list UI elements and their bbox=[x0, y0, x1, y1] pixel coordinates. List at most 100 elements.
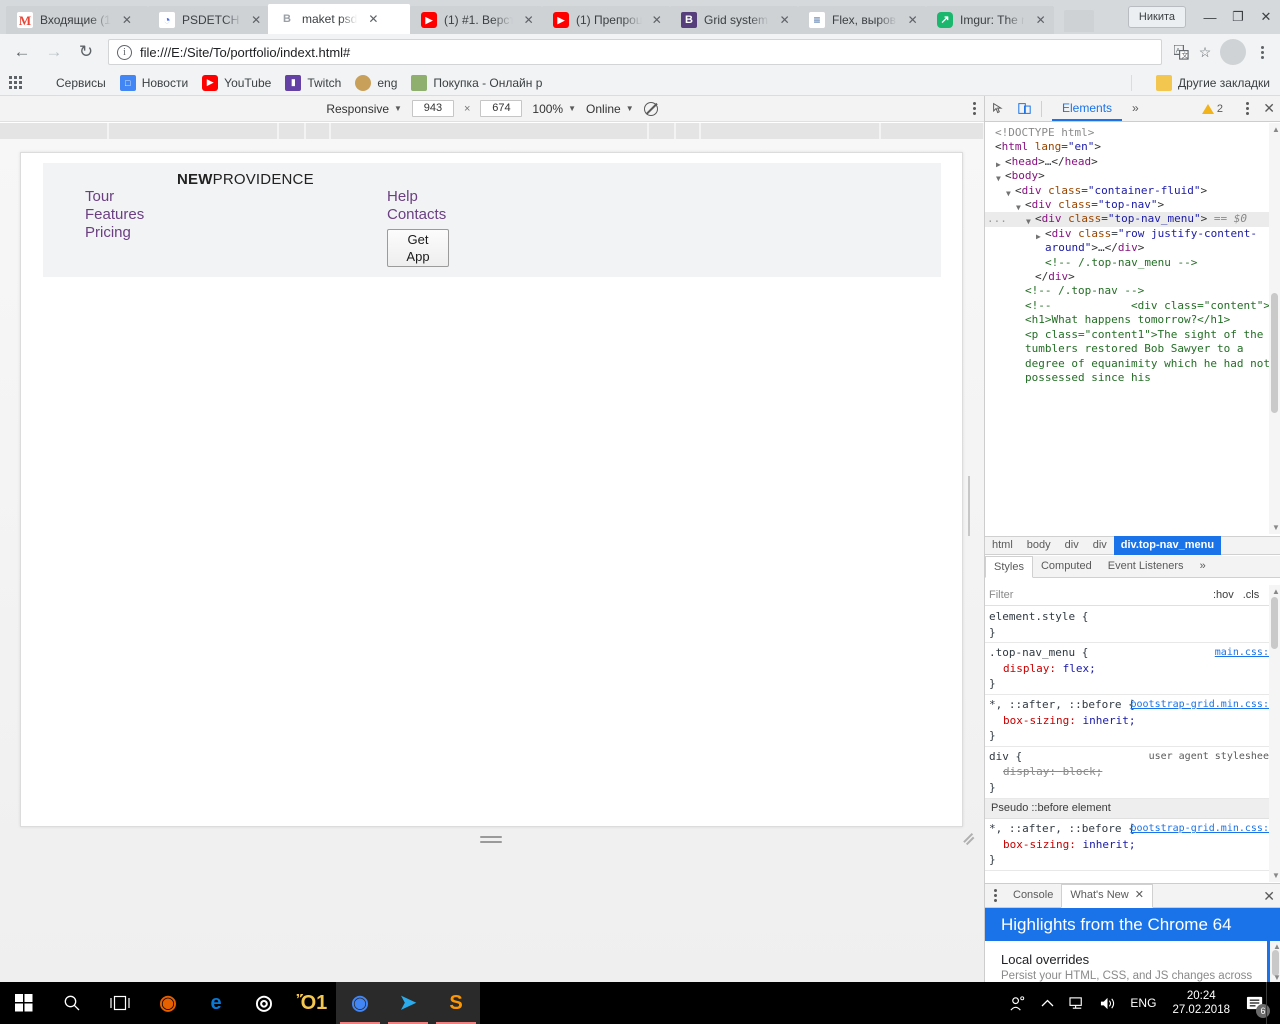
css-declaration[interactable]: display: flex; bbox=[989, 661, 1275, 677]
css-rule[interactable]: element.style {} bbox=[985, 607, 1280, 643]
close-tab-icon[interactable]: ✕ bbox=[119, 12, 135, 28]
close-tab-icon[interactable]: ✕ bbox=[650, 12, 664, 28]
translate-icon[interactable]: A 文 bbox=[1170, 41, 1192, 63]
site-info-icon[interactable]: i bbox=[117, 45, 132, 60]
new-tab-button[interactable] bbox=[1064, 10, 1094, 32]
close-tab-icon[interactable]: ✕ bbox=[777, 12, 792, 28]
dom-node-line[interactable]: ▼<body> bbox=[985, 169, 1280, 183]
forward-button[interactable]: → bbox=[40, 38, 68, 66]
viewport-width-input[interactable]: 943 bbox=[412, 100, 454, 117]
media-query-segment[interactable] bbox=[881, 123, 983, 139]
dom-node-line[interactable]: </div> bbox=[985, 270, 1280, 284]
scroll-thumb[interactable] bbox=[1271, 293, 1278, 413]
close-tab-icon[interactable]: ✕ bbox=[521, 12, 536, 28]
bookmark-item[interactable]: eng bbox=[355, 75, 397, 91]
scroll-up-arrow[interactable]: ▲ bbox=[1272, 125, 1280, 134]
more-panels-button[interactable]: » bbox=[1122, 96, 1149, 121]
warning-counter[interactable]: 2 bbox=[1202, 103, 1223, 115]
bookmark-item[interactable]: Покупка - Онлайн р bbox=[411, 75, 542, 91]
task-view-icon[interactable] bbox=[96, 982, 144, 1024]
close-drawer-tab-icon[interactable]: ✕ bbox=[1135, 884, 1144, 907]
browser-tab[interactable]: MВходящие (1✕ bbox=[6, 6, 148, 34]
sublime-icon[interactable]: S bbox=[432, 982, 480, 1024]
css-rules-pane[interactable]: element.style {}.top-nav_menu {main.css:… bbox=[985, 607, 1280, 882]
filter-input[interactable]: Filter bbox=[985, 589, 1013, 601]
css-value[interactable]: inherit; bbox=[1082, 714, 1135, 727]
browser-tab[interactable]: ὜Bmaket psd✕ bbox=[268, 4, 410, 34]
bookmark-star-icon[interactable]: ☆ bbox=[1194, 41, 1216, 63]
bookmark-item[interactable]: Сервисы bbox=[34, 75, 106, 91]
chrome-menu-button[interactable] bbox=[1250, 38, 1274, 66]
dom-node-line[interactable]: <!-- /.top-nav_menu --> bbox=[985, 256, 1280, 270]
media-query-segment[interactable] bbox=[109, 123, 277, 139]
css-selector[interactable]: element.style { bbox=[989, 609, 1275, 625]
browser-tab[interactable]: ≡Flex, выровн✕ bbox=[798, 6, 926, 34]
scroll-down-arrow[interactable]: ▼ bbox=[1272, 523, 1280, 532]
browser-tab[interactable]: ▶(1) Препроце✕ bbox=[542, 6, 670, 34]
css-pane-scrollbar[interactable]: ▲ ▼ bbox=[1269, 585, 1280, 882]
dom-node-line[interactable]: ▼<div class="container-fluid"> bbox=[985, 184, 1280, 198]
dom-node-line[interactable]: ▶<head>…</head> bbox=[985, 155, 1280, 169]
telegram-icon[interactable]: ➤ bbox=[384, 982, 432, 1024]
css-source-link[interactable]: bootstrap-grid.min.css:6 bbox=[1131, 697, 1276, 713]
css-property[interactable]: display: bbox=[1003, 662, 1063, 675]
dom-node-line[interactable]: ▶<div class="row justify-content-around"… bbox=[985, 227, 1280, 256]
dom-node-line[interactable]: <html lang="en"> bbox=[985, 140, 1280, 154]
browser-tab[interactable]: ↗Imgur: The m✕ bbox=[926, 6, 1054, 34]
no-throttling-icon[interactable] bbox=[644, 102, 658, 116]
scroll-thumb[interactable] bbox=[1271, 597, 1278, 649]
drawer-tab[interactable]: Console bbox=[1005, 884, 1061, 907]
dom-node-line[interactable]: <!-- /.top-nav --> bbox=[985, 284, 1280, 298]
styles-pane-tab[interactable]: » bbox=[1192, 556, 1214, 577]
edge-icon[interactable]: e bbox=[192, 982, 240, 1024]
whats-new-scrollbar[interactable]: ▲ ▼ bbox=[1270, 941, 1280, 983]
close-tab-icon[interactable]: ✕ bbox=[905, 12, 920, 28]
network-throttling-selector[interactable]: Online ▼ bbox=[586, 102, 634, 116]
css-rule[interactable]: *, ::after, ::before {bootstrap-grid.min… bbox=[985, 695, 1280, 747]
styles-pane-tab[interactable]: Event Listeners bbox=[1100, 556, 1192, 577]
whats-new-item-title[interactable]: Local overrides bbox=[1001, 952, 1265, 967]
css-source-link[interactable]: bootstrap-grid.min.css:6 bbox=[1131, 821, 1276, 837]
close-tab-icon[interactable]: ✕ bbox=[250, 12, 262, 28]
browser-tab[interactable]: ◔PSDETCH | PS✕ bbox=[148, 6, 268, 34]
zoom-selector[interactable]: 100% ▼ bbox=[532, 102, 576, 116]
dom-node-line[interactable]: <!DOCTYPE html> bbox=[985, 126, 1280, 140]
drawer-more-tools-icon[interactable] bbox=[985, 889, 1005, 902]
media-query-segment[interactable] bbox=[676, 123, 699, 139]
dom-tree-scrollbar[interactable]: ▲ ▼ bbox=[1269, 123, 1280, 534]
customize-devtools-icon[interactable] bbox=[1246, 102, 1249, 115]
toggle-device-toolbar-icon[interactable] bbox=[1011, 97, 1037, 121]
css-property[interactable]: box-sizing: bbox=[1003, 838, 1082, 851]
viewport-resize-handle-bottom[interactable] bbox=[480, 836, 502, 846]
network-icon[interactable] bbox=[1062, 982, 1092, 1024]
css-property[interactable]: box-sizing: bbox=[1003, 714, 1082, 727]
dom-tree[interactable]: <!DOCTYPE html><html lang="en">▶<head>…<… bbox=[985, 123, 1280, 534]
cls-toggle[interactable]: .cls bbox=[1243, 589, 1260, 601]
avatar[interactable] bbox=[1220, 39, 1246, 65]
volume-icon[interactable] bbox=[1092, 982, 1122, 1024]
css-source-link[interactable]: main.css:5 bbox=[1215, 645, 1275, 661]
bookmark-item[interactable]: ▶YouTube bbox=[202, 75, 271, 91]
close-tab-icon[interactable]: ✕ bbox=[1033, 12, 1048, 28]
device-selector[interactable]: Responsive ▼ bbox=[326, 102, 402, 116]
window-maximize-button[interactable]: ❐ bbox=[1224, 2, 1252, 32]
breadcrumb-item[interactable]: body bbox=[1020, 536, 1058, 555]
back-button[interactable]: ← bbox=[8, 38, 36, 66]
get-app-button[interactable]: Get App bbox=[387, 229, 449, 267]
breadcrumb-item[interactable]: div.top-nav_menu bbox=[1114, 536, 1221, 555]
breadcrumb-item[interactable]: div bbox=[1086, 536, 1114, 555]
show-hidden-icons-icon[interactable] bbox=[1032, 982, 1062, 1024]
tab-elements[interactable]: Elements bbox=[1052, 96, 1122, 121]
site-nav-link-contacts[interactable]: Contacts bbox=[387, 206, 446, 224]
css-value[interactable]: flex; bbox=[1063, 662, 1096, 675]
address-bar[interactable]: i file:///E:/Site/To/portfolio/indext.ht… bbox=[108, 39, 1162, 65]
viewport-height-input[interactable]: 674 bbox=[480, 100, 522, 117]
css-rule[interactable]: div {user agent stylesheetdisplay: block… bbox=[985, 747, 1280, 799]
people-icon[interactable] bbox=[1002, 982, 1032, 1024]
node-overflow-ellipsis[interactable]: ... bbox=[987, 212, 1007, 226]
browser-tab[interactable]: ▶(1) #1. Верстк✕ bbox=[410, 6, 542, 34]
clock[interactable]: 20:24 27.02.2018 bbox=[1164, 989, 1238, 1017]
media-query-segment[interactable] bbox=[0, 123, 107, 139]
browser-tab[interactable]: BGrid system ·✕ bbox=[670, 6, 798, 34]
breadcrumb-item[interactable]: html bbox=[985, 536, 1020, 555]
